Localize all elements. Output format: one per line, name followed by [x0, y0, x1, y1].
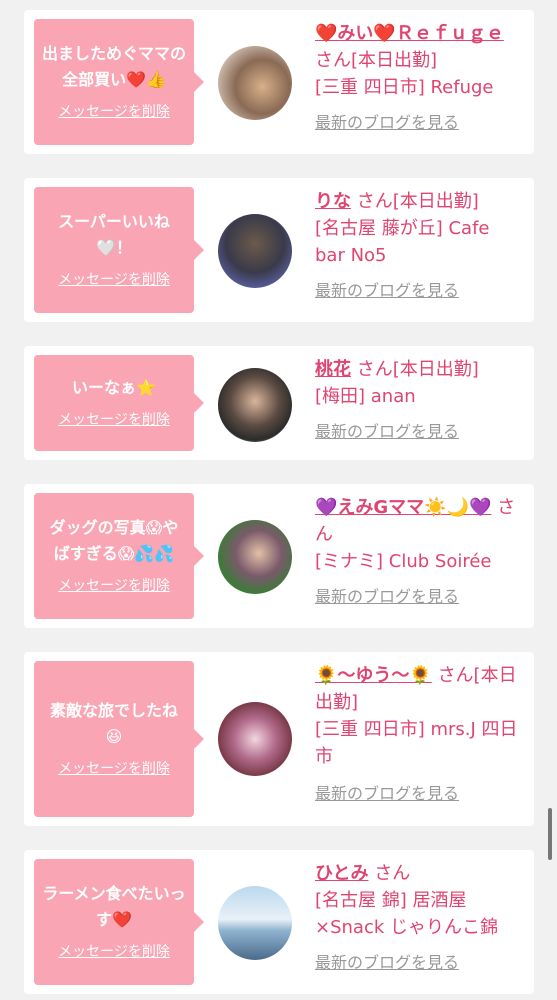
delete-message-link[interactable]: メッセージを削除: [58, 575, 170, 595]
message-bubble: ラーメン食べたいっす❤️ メッセージを削除: [34, 859, 204, 985]
message-bubble: ダッグの写真😱やばすぎる😱💦💦 メッセージを削除: [34, 493, 204, 619]
user-info: 桃花 さん[本日出勤] [梅田] anan 最新のブログを見る: [315, 356, 525, 442]
user-info: ひとみ さん [名古屋 錦] 居酒屋×Snack じゃりんこ錦 最新のブログを見…: [315, 860, 525, 973]
delete-message-link[interactable]: メッセージを削除: [58, 269, 170, 289]
avatar[interactable]: [218, 702, 292, 776]
avatar[interactable]: [218, 368, 292, 442]
user-status: さん[本日出勤]: [356, 359, 479, 380]
message-bubble: 出ましためぐママの全部買い❤️👍 メッセージを削除: [34, 19, 204, 145]
message-text: ダッグの写真😱やばすぎる😱💦💦: [49, 518, 179, 563]
delete-message-link[interactable]: メッセージを削除: [58, 941, 170, 961]
user-location: [名古屋 藤が丘] Cafe bar No5: [315, 218, 490, 266]
scrollbar[interactable]: [548, 808, 552, 860]
user-location: [梅田] anan: [315, 386, 416, 407]
delete-message-link[interactable]: メッセージを削除: [58, 758, 170, 778]
message-bubble: 素敵な旅でしたね😆 メッセージを削除: [34, 661, 204, 817]
user-location: [三重 四日市] mrs.J 四日市: [315, 719, 518, 767]
avatar[interactable]: [218, 520, 292, 594]
user-location: [名古屋 錦] 居酒屋×Snack じゃりんこ錦: [315, 890, 498, 938]
avatar[interactable]: [218, 214, 292, 288]
user-info: 💜えみGママ☀️🌙💜 さん [ミナミ] Club Soirée 最新のブログを見…: [315, 494, 525, 607]
latest-blog-link[interactable]: 最新のブログを見る: [315, 949, 459, 973]
message-bubble: スーパーいいね🤍！ メッセージを削除: [34, 187, 204, 313]
user-info: ❤️みい❤️Ｒｅｆｕｇｅ さん[本日出勤] [三重 四日市] Refuge 最新…: [315, 20, 525, 133]
latest-blog-link[interactable]: 最新のブログを見る: [315, 277, 459, 301]
user-name-link[interactable]: ❤️みい❤️Ｒｅｆｕｇｅ: [315, 23, 504, 44]
user-location: [三重 四日市] Refuge: [315, 77, 494, 98]
latest-blog-link[interactable]: 最新のブログを見る: [315, 780, 459, 804]
user-location: [ミナミ] Club Soirée: [315, 551, 492, 572]
user-name-link[interactable]: 桃花: [315, 359, 351, 380]
delete-message-link[interactable]: メッセージを削除: [58, 409, 170, 429]
message-card: ラーメン食べたいっす❤️ メッセージを削除 ひとみ さん [名古屋 錦] 居酒屋…: [24, 850, 534, 994]
message-text: 出ましためぐママの全部買い❤️👍: [42, 44, 187, 89]
message-text: ラーメン食べたいっす❤️: [42, 884, 186, 929]
user-name-link[interactable]: 💜えみGママ☀️🌙💜: [315, 497, 491, 518]
user-info: 🌻〜ゆう〜🌻 さん[本日出勤] [三重 四日市] mrs.J 四日市 最新のブロ…: [315, 662, 525, 804]
user-status: さん[本日出勤]: [356, 191, 479, 212]
message-card: スーパーいいね🤍！ メッセージを削除 りな さん[本日出勤] [名古屋 藤が丘]…: [24, 178, 534, 322]
latest-blog-link[interactable]: 最新のブログを見る: [315, 583, 459, 607]
message-bubble: いーなぁ⭐ メッセージを削除: [34, 355, 204, 451]
message-card: ダッグの写真😱やばすぎる😱💦💦 メッセージを削除 💜えみGママ☀️🌙💜 さん […: [24, 484, 534, 628]
message-text: いーなぁ⭐: [72, 378, 156, 397]
avatar[interactable]: [218, 886, 292, 960]
latest-blog-link[interactable]: 最新のブログを見る: [315, 418, 459, 442]
message-card: 素敵な旅でしたね😆 メッセージを削除 🌻〜ゆう〜🌻 さん[本日出勤] [三重 四…: [24, 652, 534, 826]
user-status: さん: [374, 863, 411, 884]
user-name-link[interactable]: 🌻〜ゆう〜🌻: [315, 665, 432, 686]
user-name-link[interactable]: りな: [315, 191, 351, 212]
user-status: さん[本日出勤]: [315, 50, 438, 71]
message-text: 素敵な旅でしたね😆: [49, 701, 178, 746]
avatar[interactable]: [218, 46, 292, 120]
user-info: りな さん[本日出勤] [名古屋 藤が丘] Cafe bar No5 最新のブロ…: [315, 188, 525, 301]
delete-message-link[interactable]: メッセージを削除: [58, 101, 170, 121]
message-card: いーなぁ⭐ メッセージを削除 桃花 さん[本日出勤] [梅田] anan 最新の…: [24, 346, 534, 460]
user-name-link[interactable]: ひとみ: [315, 863, 368, 884]
message-card: 出ましためぐママの全部買い❤️👍 メッセージを削除 ❤️みい❤️Ｒｅｆｕｇｅ さ…: [24, 10, 534, 154]
latest-blog-link[interactable]: 最新のブログを見る: [315, 109, 459, 133]
message-text: スーパーいいね🤍！: [58, 212, 170, 257]
